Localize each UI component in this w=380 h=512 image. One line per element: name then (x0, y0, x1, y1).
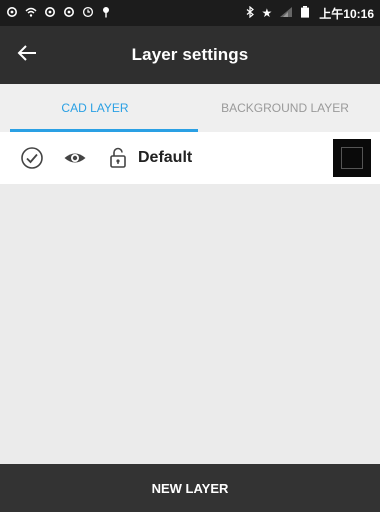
sync-icon (44, 6, 56, 20)
status-bar: ★ 上午10:16 (0, 0, 380, 26)
tab-bar: CAD LAYER BACKGROUND LAYER (0, 84, 380, 132)
layer-row[interactable]: Default (0, 132, 380, 184)
layer-name: Default (138, 149, 193, 166)
status-time: 上午10:16 (319, 6, 374, 21)
layer-list-area (0, 184, 380, 464)
sync-icon (63, 6, 75, 20)
star-icon: ★ (261, 6, 273, 20)
status-right-icons: ★ 上午10:16 (245, 5, 374, 22)
color-swatch-inner (341, 147, 363, 169)
layer-color-swatch[interactable] (333, 139, 371, 177)
wifi-icon (25, 6, 37, 20)
status-left-icons (6, 6, 111, 20)
new-layer-button[interactable]: NEW LAYER (0, 464, 380, 512)
clock-icon (82, 6, 94, 20)
battery-icon (300, 6, 310, 20)
pin-icon (101, 6, 111, 20)
unlock-icon[interactable] (106, 146, 130, 170)
tab-background-layer[interactable]: BACKGROUND LAYER (190, 84, 380, 132)
tab-cad-layer[interactable]: CAD LAYER (0, 84, 190, 132)
signal-icon (279, 6, 293, 20)
app-bar: Layer settings (0, 26, 380, 84)
bluetooth-icon (245, 5, 255, 20)
check-circle-icon[interactable] (20, 146, 44, 170)
page-title: Layer settings (131, 45, 249, 64)
eye-icon[interactable] (63, 146, 87, 170)
sync-icon (6, 6, 18, 20)
